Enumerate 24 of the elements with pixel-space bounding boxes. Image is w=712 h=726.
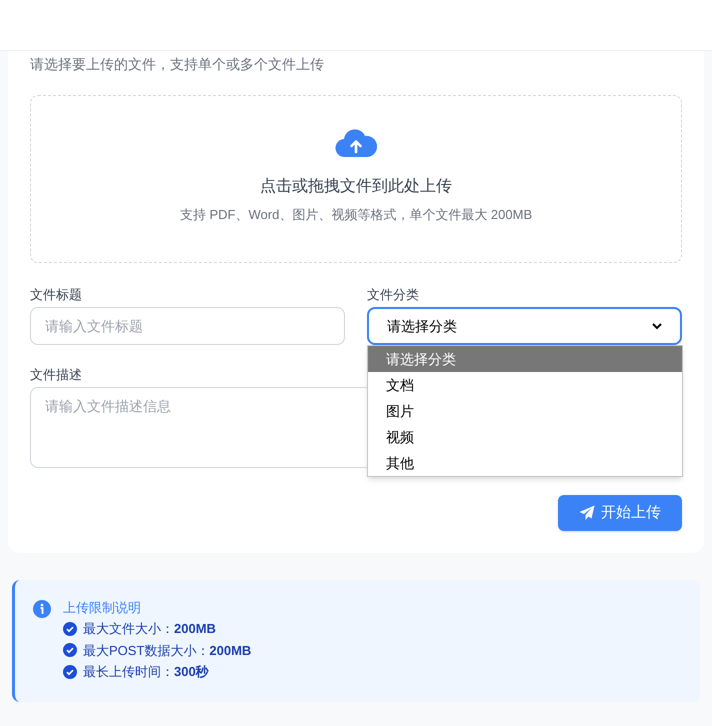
check-circle-icon: [63, 622, 77, 636]
dropdown-option[interactable]: 视频: [368, 424, 682, 450]
chevron-down-icon: [652, 322, 662, 330]
notice-item: 最大POST数据大小：200MB: [83, 642, 252, 660]
drop-zone-hint: 支持 PDF、Word、图片、视频等格式，单个文件最大 200MB: [180, 206, 532, 224]
drop-zone-title: 点击或拖拽文件到此处上传: [260, 176, 452, 197]
dropdown-option[interactable]: 请选择分类: [368, 346, 682, 372]
title-input[interactable]: 请输入文件标题: [30, 307, 345, 345]
start-upload-button[interactable]: 开始上传: [558, 495, 682, 531]
intro-text: 请选择要上传的文件，支持单个或多个文件上传: [30, 55, 325, 74]
check-circle-icon: [63, 643, 77, 658]
category-select[interactable]: 请选择分类: [367, 307, 682, 345]
dropdown-option[interactable]: 图片: [368, 398, 682, 424]
paper-plane-icon: [579, 505, 595, 521]
notice-item: 最大文件大小：200MB: [83, 620, 216, 638]
notice-title: 上传限制说明: [63, 599, 142, 617]
check-circle-icon: [63, 664, 77, 679]
field-label: 文件描述: [30, 366, 82, 384]
cloud-upload-icon: [335, 128, 377, 158]
info-icon: [33, 600, 51, 618]
field-label: 文件标题: [30, 286, 83, 304]
notice-item: 最长上传时间：300秒: [83, 663, 209, 681]
field-label: 文件分类: [367, 286, 420, 304]
drop-zone[interactable]: 点击或拖拽文件到此处上传 支持 PDF、Word、图片、视频等格式，单个文件最大 200MB: [30, 95, 682, 263]
